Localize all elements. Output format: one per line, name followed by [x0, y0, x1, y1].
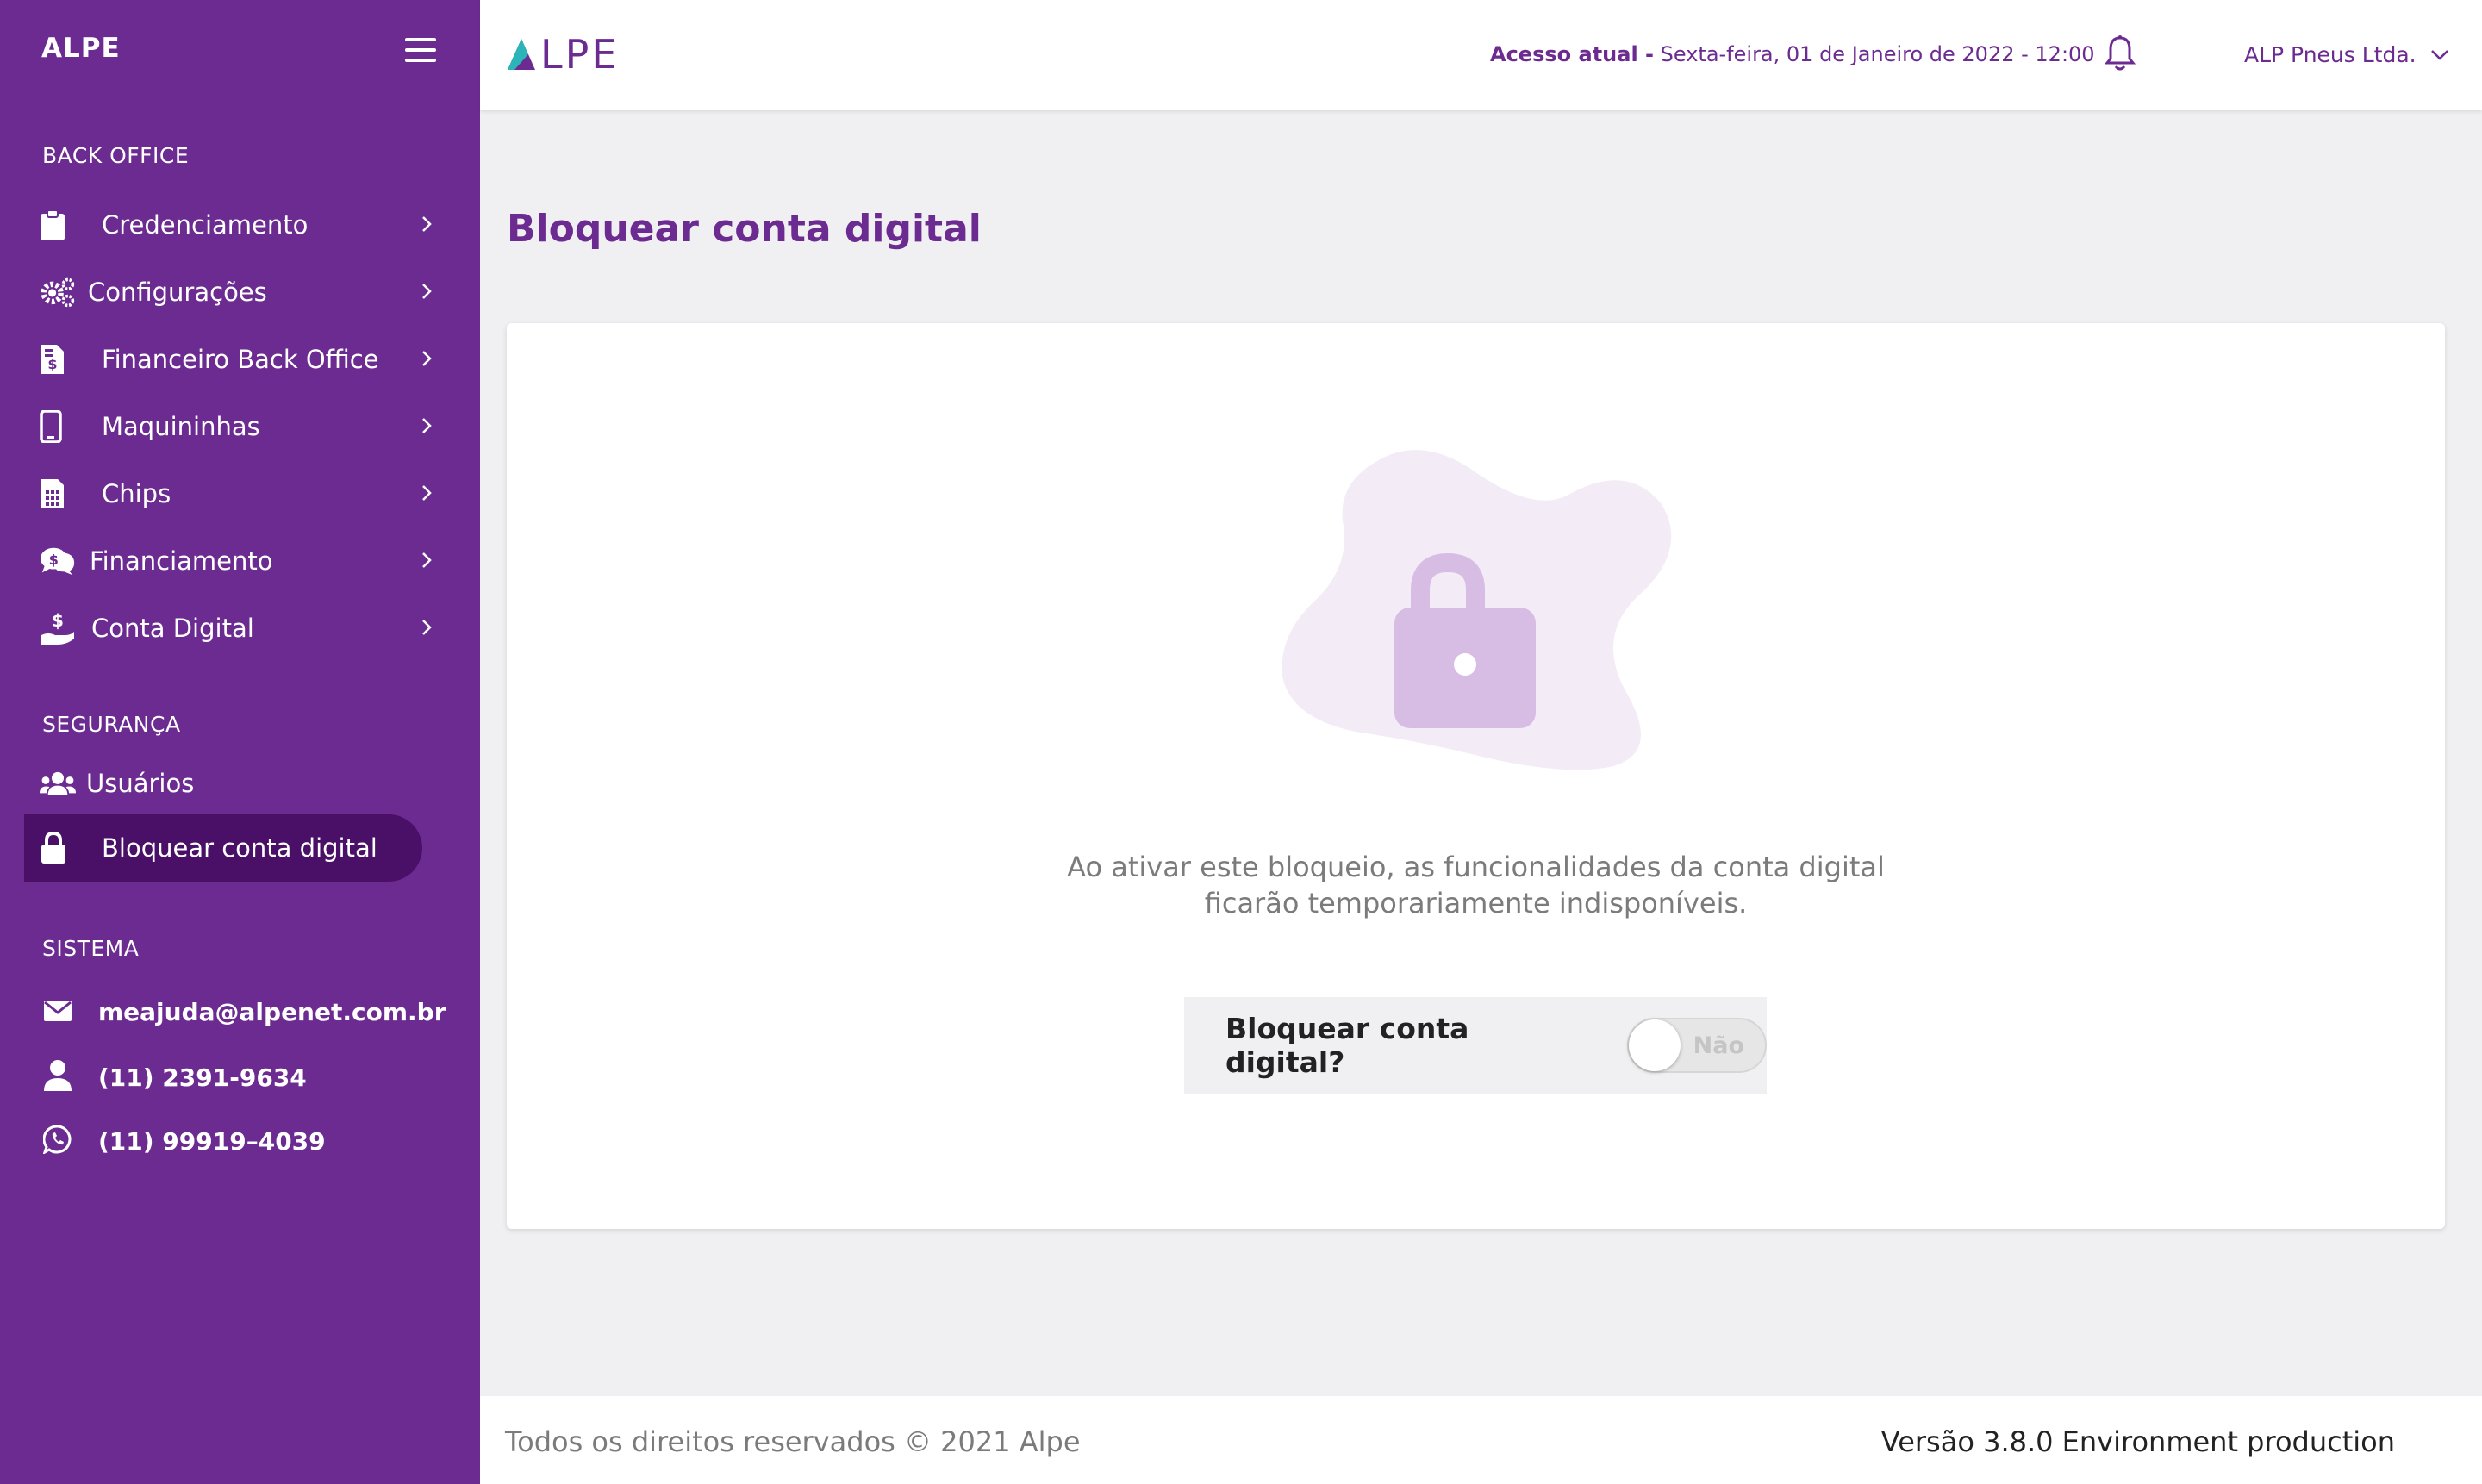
mobile-icon	[24, 408, 76, 446]
top-header: LPE Acesso atual - Sexta-feira, 01 de Ja…	[480, 0, 2482, 110]
svg-text:$: $	[52, 611, 64, 631]
section-back-office: BACK OFFICE	[42, 143, 190, 168]
users-icon	[24, 764, 76, 802]
menu-toggle-icon[interactable]	[405, 38, 436, 64]
clipboard-icon	[24, 206, 76, 244]
svg-text:$: $	[49, 552, 59, 568]
sidebar-item-label: Bloquear conta digital	[102, 833, 377, 863]
sidebar-item-financiamento[interactable]: $ Financiamento	[24, 531, 446, 591]
access-value: Sexta-feira, 01 de Janeiro de 2022 - 12:…	[1660, 42, 2095, 66]
contact-phone[interactable]: (11) 2391-9634	[43, 1059, 307, 1095]
logo-text: LPE	[540, 31, 620, 78]
svg-text:$: $	[47, 356, 57, 372]
contact-phone-label: (11) 2391-9634	[98, 1063, 307, 1092]
chevron-right-icon	[422, 284, 432, 299]
sidebar-brand: ALPE	[41, 33, 121, 64]
lock-illustration	[1248, 427, 1696, 826]
footer: Todos os direitos reservados © 2021 Alpe…	[480, 1396, 2482, 1484]
block-toggle-label: Bloquear conta digital?	[1225, 1012, 1469, 1079]
version-text: Versão 3.8.0 Environment production	[1880, 1425, 2395, 1458]
chevron-right-icon	[422, 216, 432, 232]
chevron-right-icon	[422, 552, 432, 568]
page-title: Bloquear conta digital	[507, 207, 982, 251]
user-icon	[43, 1059, 72, 1095]
section-seguranca: SEGURANÇA	[42, 712, 181, 737]
sidebar-item-configuracoes[interactable]: Configurações	[24, 262, 446, 322]
description-line-1: Ao ativar este bloqueio, as funcionalida…	[1067, 851, 1885, 883]
sidebar-item-label: Conta Digital	[91, 614, 254, 643]
sidebar-item-label: Configurações	[88, 277, 267, 307]
sidebar-item-credenciamento[interactable]: Credenciamento	[24, 195, 446, 255]
sidebar-item-conta-digital[interactable]: $ Conta Digital	[24, 598, 446, 658]
block-account-toggle[interactable]: Não	[1627, 1018, 1767, 1073]
sidebar-item-label: Credenciamento	[102, 210, 309, 240]
block-description: Ao ativar este bloqueio, as funcionalida…	[507, 849, 2445, 921]
sidebar-item-label: Financeiro Back Office	[102, 345, 379, 374]
sidebar-item-label: Chips	[102, 479, 171, 508]
alpe-logo: LPE	[506, 31, 620, 78]
whatsapp-icon	[42, 1125, 72, 1157]
section-sistema: SISTEMA	[42, 936, 140, 961]
sidebar-item-label: Financiamento	[90, 546, 273, 576]
block-toggle-panel: Bloquear conta digital? Não	[1184, 997, 1767, 1094]
logo-triangle-icon	[508, 39, 535, 70]
chevron-right-icon	[422, 620, 432, 635]
block-account-card: Ao ativar este bloqueio, as funcionalida…	[507, 323, 2445, 1229]
sidebar-item-label: Maquininhas	[102, 412, 260, 441]
sidebar-item-label: Usuários	[86, 769, 195, 798]
sim-card-icon	[24, 475, 76, 513]
copyright-text: Todos os direitos reservados © 2021 Alpe	[505, 1425, 1081, 1458]
sidebar-item-maquininhas[interactable]: Maquininhas	[24, 396, 446, 457]
toggle-state-text: Não	[1693, 1032, 1744, 1059]
invoice-dollar-icon: $	[24, 340, 76, 378]
lock-icon	[24, 829, 76, 867]
current-access: Acesso atual - Sexta-feira, 01 de Janeir…	[1490, 42, 2095, 66]
sidebar-item-usuarios[interactable]: Usuários	[24, 753, 446, 814]
contact-whatsapp[interactable]: (11) 99919–4039	[42, 1125, 326, 1157]
company-selector[interactable]: ALP Pneus Ltda.	[2244, 42, 2449, 67]
sidebar-item-chips[interactable]: Chips	[24, 464, 446, 524]
sidebar-item-financeiro-back-office[interactable]: $ Financeiro Back Office	[24, 329, 446, 390]
gears-icon	[24, 273, 76, 311]
comments-dollar-icon: $	[24, 542, 76, 580]
chevron-right-icon	[422, 351, 432, 366]
bell-icon[interactable]	[2104, 34, 2136, 76]
sidebar-item-bloquear-conta-digital[interactable]: Bloquear conta digital	[24, 814, 422, 882]
contact-whatsapp-label: (11) 99919–4039	[98, 1126, 326, 1156]
description-line-2: ficarão temporariamente indisponíveis.	[1204, 887, 1748, 920]
access-label: Acesso atual -	[1490, 42, 1654, 66]
contact-email-label: meajuda@alpenet.com.br	[98, 998, 446, 1026]
company-name: ALP Pneus Ltda.	[2244, 42, 2417, 67]
hand-dollar-icon: $	[24, 609, 76, 647]
envelope-icon	[43, 1000, 72, 1026]
contact-email[interactable]: meajuda@alpenet.com.br	[43, 998, 446, 1026]
chevron-right-icon	[422, 485, 432, 501]
chevron-right-icon	[422, 418, 432, 433]
toggle-knob	[1629, 1019, 1681, 1071]
chevron-down-icon	[2430, 49, 2448, 60]
sidebar: ALPE BACK OFFICE Credenciamento Configur…	[0, 0, 480, 1484]
